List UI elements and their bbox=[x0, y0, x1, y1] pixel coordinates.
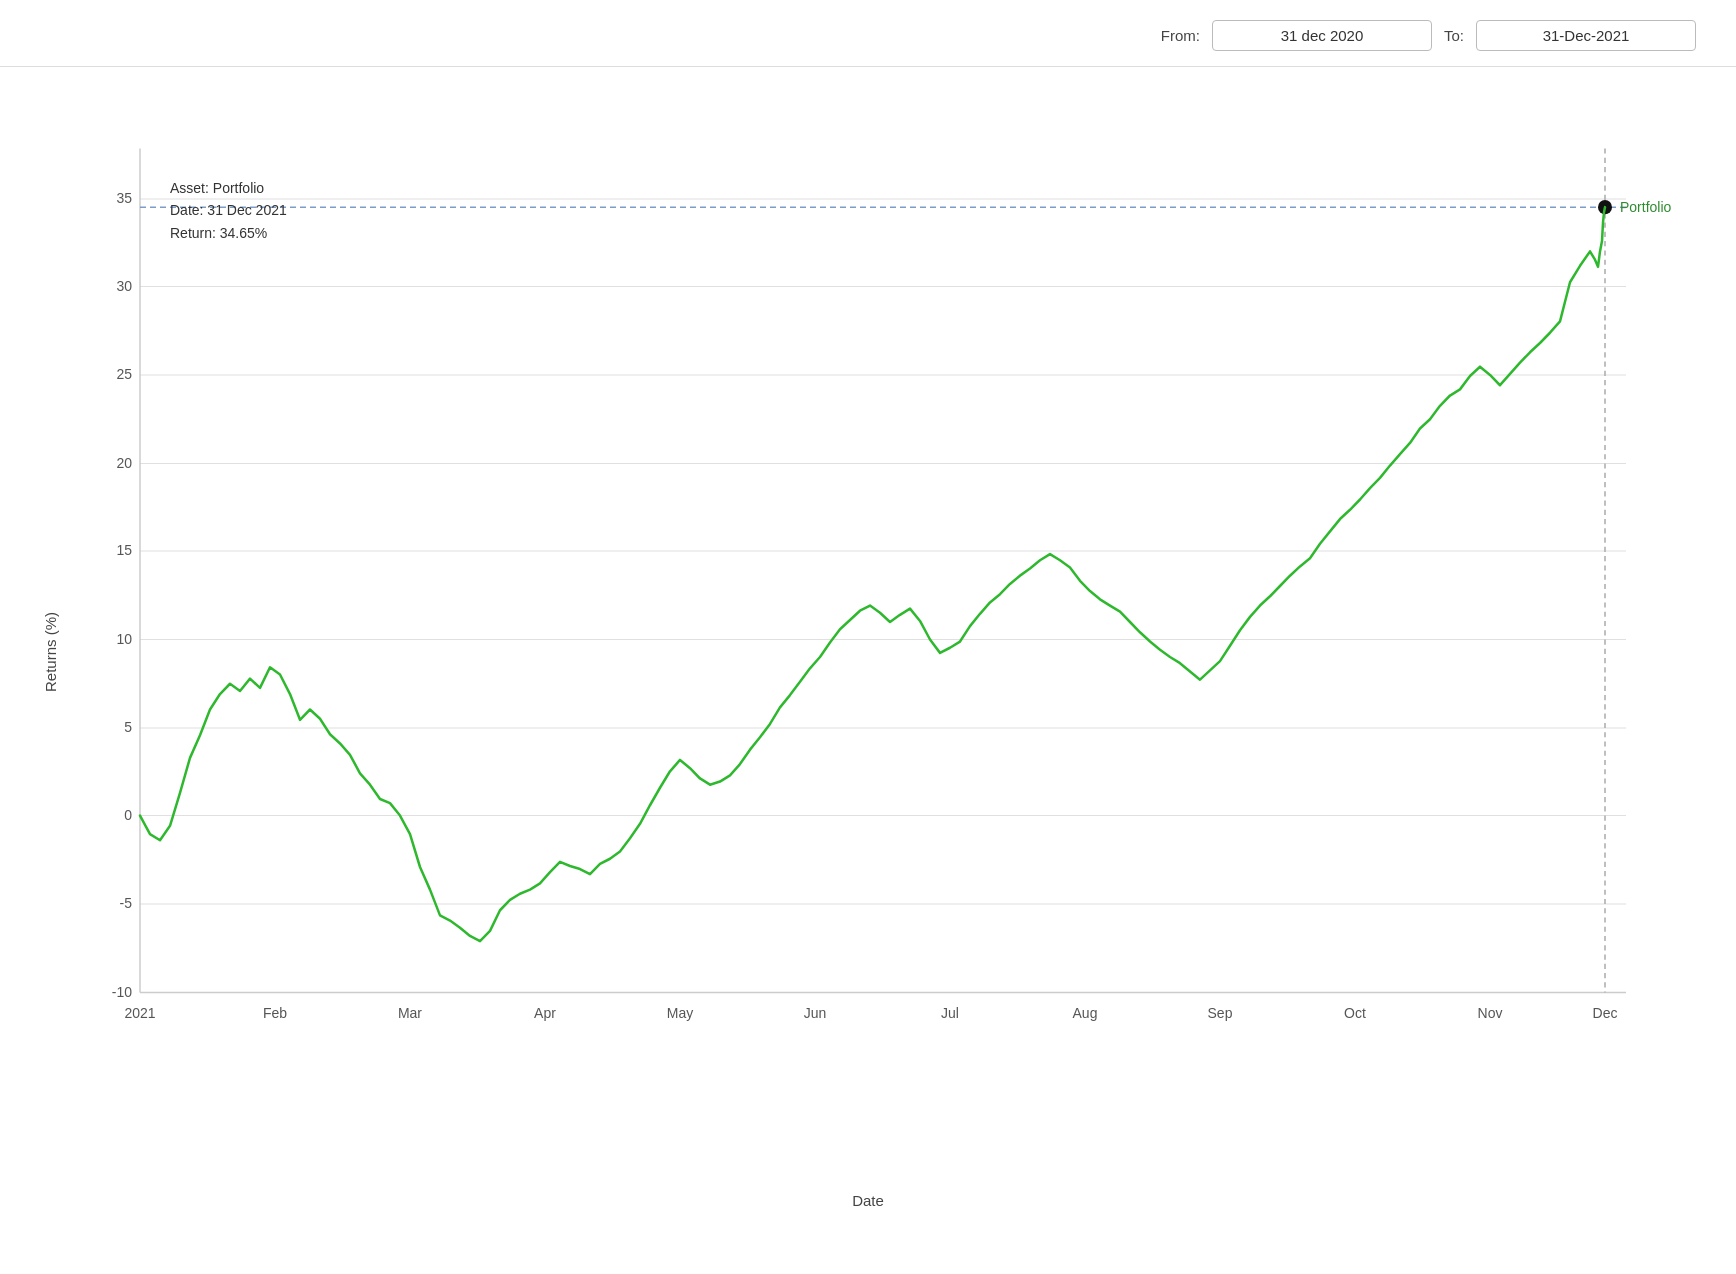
svg-text:Jul: Jul bbox=[941, 1005, 959, 1021]
header-divider bbox=[0, 66, 1736, 67]
x-axis-label: Date bbox=[852, 1192, 884, 1209]
y-axis-label: Returns (%) bbox=[42, 612, 59, 692]
svg-rect-0 bbox=[90, 97, 1576, 1044]
svg-text:Aug: Aug bbox=[1073, 1005, 1098, 1021]
svg-text:-10: -10 bbox=[112, 984, 132, 1000]
chart-container: Returns (%) Date Asset: Portfolio Date: … bbox=[0, 77, 1736, 1227]
from-date-input[interactable] bbox=[1212, 20, 1432, 51]
svg-text:Sep: Sep bbox=[1208, 1005, 1233, 1021]
grid-lines: -10 -5 0 5 10 15 20 25 30 35 2021 Feb Ma… bbox=[112, 148, 1672, 1021]
svg-text:Feb: Feb bbox=[263, 1005, 287, 1021]
to-date-input[interactable] bbox=[1476, 20, 1696, 51]
svg-text:30: 30 bbox=[116, 277, 132, 293]
svg-text:25: 25 bbox=[116, 366, 132, 382]
svg-text:2021: 2021 bbox=[124, 1005, 155, 1021]
from-label: From: bbox=[1161, 27, 1200, 44]
svg-text:5: 5 bbox=[124, 719, 132, 735]
chart-area: Asset: Portfolio Date: 31 Dec 2021 Retur… bbox=[90, 97, 1676, 1147]
svg-text:May: May bbox=[667, 1005, 694, 1021]
svg-text:Jun: Jun bbox=[804, 1005, 827, 1021]
svg-text:Dec: Dec bbox=[1593, 1005, 1618, 1021]
svg-text:15: 15 bbox=[116, 542, 132, 558]
svg-text:Apr: Apr bbox=[534, 1005, 556, 1021]
svg-text:Portfolio: Portfolio bbox=[1620, 199, 1671, 215]
svg-text:Nov: Nov bbox=[1478, 1005, 1504, 1021]
svg-text:Oct: Oct bbox=[1344, 1005, 1366, 1021]
svg-text:20: 20 bbox=[116, 454, 132, 470]
svg-text:-5: -5 bbox=[120, 895, 133, 911]
header: From: To: bbox=[0, 0, 1736, 66]
to-label: To: bbox=[1444, 27, 1464, 44]
svg-text:10: 10 bbox=[116, 630, 132, 646]
chart-svg: -10 -5 0 5 10 15 20 25 30 35 2021 Feb Ma… bbox=[90, 97, 1676, 1147]
portfolio-line bbox=[140, 207, 1605, 941]
svg-text:0: 0 bbox=[124, 806, 132, 822]
svg-text:Mar: Mar bbox=[398, 1005, 422, 1021]
svg-text:35: 35 bbox=[116, 190, 132, 206]
